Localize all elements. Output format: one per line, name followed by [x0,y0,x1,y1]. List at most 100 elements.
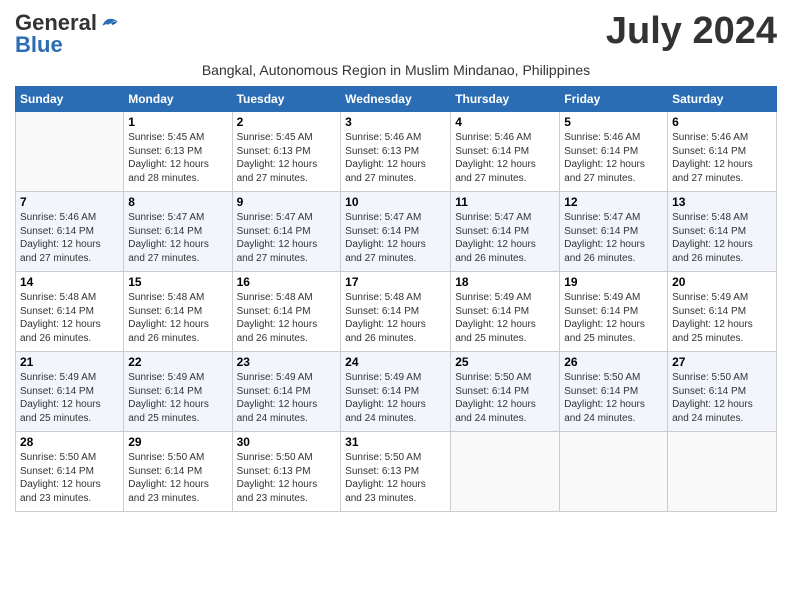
day-number: 9 [237,195,337,209]
calendar-week-row: 21 Sunrise: 5:49 AM Sunset: 6:14 PM Dayli… [16,352,777,432]
day-number: 21 [20,355,119,369]
calendar-cell: 20 Sunrise: 5:49 AM Sunset: 6:14 PM Dayli… [668,272,777,352]
day-info: Sunrise: 5:49 AM Sunset: 6:14 PM Dayligh… [345,371,446,425]
day-info: Sunrise: 5:50 AM Sunset: 6:14 PM Dayligh… [20,451,119,505]
day-number: 24 [345,355,446,369]
calendar-cell: 25Sunrise: 5:50 AM Sunset: 6:14 PM Dayli… [451,352,560,432]
day-info: Sunrise: 5:50 AM Sunset: 6:14 PM Dayligh… [672,371,772,425]
col-header-tuesday: Tuesday [232,87,341,112]
day-info: Sunrise: 5:50 AM Sunset: 6:14 PM Dayligh… [128,451,227,505]
calendar-cell: 19 Sunrise: 5:49 AM Sunset: 6:14 PM Dayli… [560,272,668,352]
day-info: Sunrise: 5:48 AM Sunset: 6:14 PM Dayligh… [237,291,337,345]
day-info: Sunrise: 5:45 AM Sunset: 6:13 PM Dayligh… [128,131,227,185]
month-title: July 2024 [606,10,777,53]
day-number: 1 [128,115,227,129]
day-number: 23 [237,355,337,369]
calendar-cell: 22 Sunrise: 5:49 AM Sunset: 6:14 PM Dayli… [124,352,232,432]
day-info: Sunrise: 5:45 AM Sunset: 6:13 PM Dayligh… [237,131,337,185]
day-info: Sunrise: 5:48 AM Sunset: 6:14 PM Dayligh… [345,291,446,345]
day-number: 10 [345,195,446,209]
day-number: 16 [237,275,337,289]
logo: General Blue [15,10,119,58]
day-number: 8 [128,195,227,209]
calendar-cell: 7 Sunrise: 5:46 AM Sunset: 6:14 PM Daylig… [16,192,124,272]
calendar-cell [560,432,668,512]
calendar-cell: 10 Sunrise: 5:47 AM Sunset: 6:14 PM Dayli… [341,192,451,272]
calendar-cell: 8Sunrise: 5:47 AM Sunset: 6:14 PM Daylig… [124,192,232,272]
day-info: Sunrise: 5:48 AM Sunset: 6:14 PM Dayligh… [128,291,227,345]
day-info: Sunrise: 5:48 AM Sunset: 6:14 PM Dayligh… [20,291,119,345]
calendar-cell: 27 Sunrise: 5:50 AM Sunset: 6:14 PM Dayli… [668,352,777,432]
calendar-cell: 30Sunrise: 5:50 AM Sunset: 6:13 PM Dayli… [232,432,341,512]
calendar-cell [451,432,560,512]
day-info: Sunrise: 5:46 AM Sunset: 6:14 PM Dayligh… [20,211,119,265]
calendar-week-row: 7 Sunrise: 5:46 AM Sunset: 6:14 PM Daylig… [16,192,777,272]
calendar-week-row: 14 Sunrise: 5:48 AM Sunset: 6:14 PM Dayli… [16,272,777,352]
day-info: Sunrise: 5:46 AM Sunset: 6:14 PM Dayligh… [455,131,555,185]
day-info: Sunrise: 5:49 AM Sunset: 6:14 PM Dayligh… [128,371,227,425]
col-header-thursday: Thursday [451,87,560,112]
calendar-cell: 24 Sunrise: 5:49 AM Sunset: 6:14 PM Dayli… [341,352,451,432]
calendar-cell: 15 Sunrise: 5:48 AM Sunset: 6:14 PM Dayli… [124,272,232,352]
calendar-cell: 13 Sunrise: 5:48 AM Sunset: 6:14 PM Dayli… [668,192,777,272]
day-info: Sunrise: 5:47 AM Sunset: 6:14 PM Dayligh… [564,211,663,265]
day-number: 12 [564,195,663,209]
calendar-cell: 14 Sunrise: 5:48 AM Sunset: 6:14 PM Dayli… [16,272,124,352]
day-info: Sunrise: 5:47 AM Sunset: 6:14 PM Dayligh… [455,211,555,265]
day-number: 15 [128,275,227,289]
col-header-friday: Friday [560,87,668,112]
calendar-cell: 1 Sunrise: 5:45 AM Sunset: 6:13 PM Daylig… [124,112,232,192]
col-header-saturday: Saturday [668,87,777,112]
calendar-cell: 4Sunrise: 5:46 AM Sunset: 6:14 PM Daylig… [451,112,560,192]
day-number: 29 [128,435,227,449]
col-header-monday: Monday [124,87,232,112]
day-number: 17 [345,275,446,289]
calendar-header-row: SundayMondayTuesdayWednesdayThursdayFrid… [16,87,777,112]
calendar-cell: 11Sunrise: 5:47 AM Sunset: 6:14 PM Dayli… [451,192,560,272]
day-info: Sunrise: 5:47 AM Sunset: 6:14 PM Dayligh… [237,211,337,265]
day-number: 19 [564,275,663,289]
day-number: 5 [564,115,663,129]
day-info: Sunrise: 5:50 AM Sunset: 6:13 PM Dayligh… [345,451,446,505]
calendar-cell: 3Sunrise: 5:46 AM Sunset: 6:13 PM Daylig… [341,112,451,192]
day-info: Sunrise: 5:49 AM Sunset: 6:14 PM Dayligh… [237,371,337,425]
calendar-week-row: 28Sunrise: 5:50 AM Sunset: 6:14 PM Dayli… [16,432,777,512]
calendar-cell: 26 Sunrise: 5:50 AM Sunset: 6:14 PM Dayli… [560,352,668,432]
day-info: Sunrise: 5:50 AM Sunset: 6:14 PM Dayligh… [455,371,555,425]
day-number: 31 [345,435,446,449]
calendar-cell: 28Sunrise: 5:50 AM Sunset: 6:14 PM Dayli… [16,432,124,512]
day-info: Sunrise: 5:48 AM Sunset: 6:14 PM Dayligh… [672,211,772,265]
day-info: Sunrise: 5:49 AM Sunset: 6:14 PM Dayligh… [20,371,119,425]
location-title: Bangkal, Autonomous Region in Muslim Min… [15,62,777,78]
day-info: Sunrise: 5:50 AM Sunset: 6:14 PM Dayligh… [564,371,663,425]
day-info: Sunrise: 5:49 AM Sunset: 6:14 PM Dayligh… [672,291,772,345]
bird-icon [99,13,119,33]
day-number: 14 [20,275,119,289]
day-number: 27 [672,355,772,369]
calendar-cell: 18Sunrise: 5:49 AM Sunset: 6:14 PM Dayli… [451,272,560,352]
day-info: Sunrise: 5:47 AM Sunset: 6:14 PM Dayligh… [345,211,446,265]
calendar-cell: 16 Sunrise: 5:48 AM Sunset: 6:14 PM Dayli… [232,272,341,352]
day-number: 26 [564,355,663,369]
day-number: 2 [237,115,337,129]
calendar-cell: 21 Sunrise: 5:49 AM Sunset: 6:14 PM Dayli… [16,352,124,432]
col-header-wednesday: Wednesday [341,87,451,112]
day-info: Sunrise: 5:49 AM Sunset: 6:14 PM Dayligh… [564,291,663,345]
day-number: 20 [672,275,772,289]
day-number: 30 [237,435,337,449]
day-number: 22 [128,355,227,369]
day-info: Sunrise: 5:46 AM Sunset: 6:13 PM Dayligh… [345,131,446,185]
day-number: 13 [672,195,772,209]
day-info: Sunrise: 5:49 AM Sunset: 6:14 PM Dayligh… [455,291,555,345]
day-number: 6 [672,115,772,129]
calendar-cell: 9 Sunrise: 5:47 AM Sunset: 6:14 PM Daylig… [232,192,341,272]
header-section: General Blue July 2024 [15,10,777,58]
logo-blue-text: Blue [15,32,63,58]
calendar-cell: 31 Sunrise: 5:50 AM Sunset: 6:13 PM Dayli… [341,432,451,512]
calendar-cell: 5 Sunrise: 5:46 AM Sunset: 6:14 PM Daylig… [560,112,668,192]
calendar-cell [16,112,124,192]
day-info: Sunrise: 5:46 AM Sunset: 6:14 PM Dayligh… [564,131,663,185]
calendar-cell: 6Sunrise: 5:46 AM Sunset: 6:14 PM Daylig… [668,112,777,192]
calendar-cell: 12 Sunrise: 5:47 AM Sunset: 6:14 PM Dayli… [560,192,668,272]
day-number: 7 [20,195,119,209]
